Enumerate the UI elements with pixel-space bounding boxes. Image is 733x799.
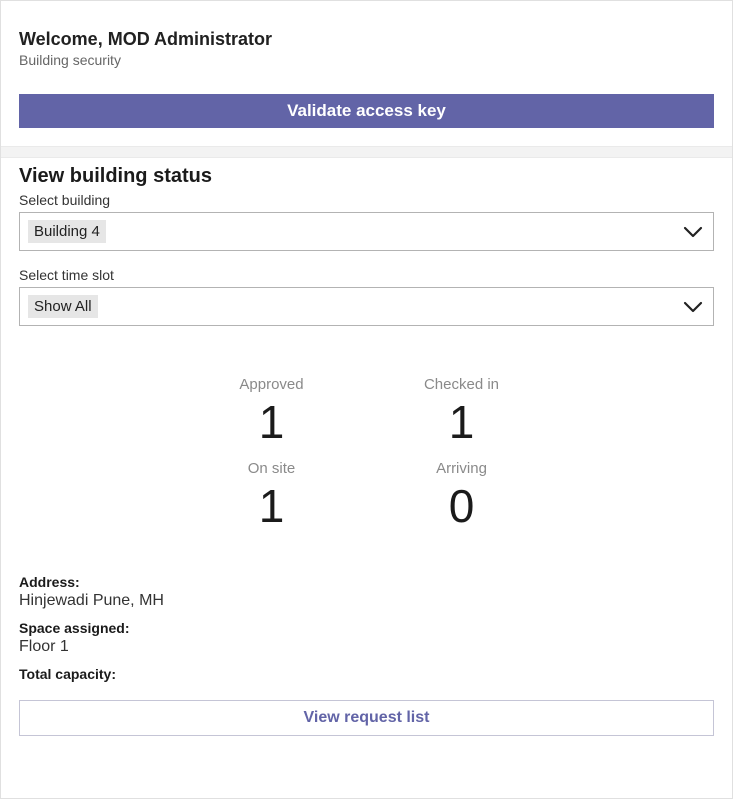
select-timeslot-value: Show All (28, 295, 98, 318)
space-assigned-value: Floor 1 (19, 638, 714, 656)
chevron-down-icon (683, 301, 703, 313)
stat-arriving: Arriving 0 (397, 460, 527, 534)
stat-checkedin-label: Checked in (424, 376, 499, 393)
chevron-down-icon (683, 226, 703, 238)
stat-approved-label: Approved (239, 376, 303, 393)
stat-onsite-label: On site (248, 460, 296, 477)
select-building-value: Building 4 (28, 220, 106, 243)
address-value: Hinjewadi Pune, MH (19, 592, 714, 610)
view-building-status-title: View building status (19, 165, 714, 188)
stat-onsite-value: 1 (259, 479, 285, 534)
validate-access-key-button[interactable]: Validate access key (19, 94, 714, 128)
stat-onsite: On site 1 (207, 460, 337, 534)
address-label: Address: (19, 574, 714, 590)
scroll-area[interactable]: View building status Select building Bui… (1, 151, 732, 798)
total-capacity-label: Total capacity: (19, 666, 714, 682)
welcome-title: Welcome, MOD Administrator (19, 29, 714, 50)
subtitle: Building security (19, 52, 714, 68)
space-assigned-label: Space assigned: (19, 620, 714, 636)
stat-arriving-label: Arriving (436, 460, 487, 477)
select-building-label: Select building (19, 192, 714, 208)
select-timeslot-dropdown[interactable]: Show All (19, 287, 714, 326)
stat-checkedin: Checked in 1 (397, 376, 527, 450)
select-timeslot-label: Select time slot (19, 267, 714, 283)
select-building-dropdown[interactable]: Building 4 (19, 212, 714, 251)
view-request-list-button[interactable]: View request list (19, 700, 714, 736)
stat-arriving-value: 0 (449, 479, 475, 534)
stat-approved: Approved 1 (207, 376, 337, 450)
stat-checkedin-value: 1 (449, 395, 475, 450)
stat-approved-value: 1 (259, 395, 285, 450)
